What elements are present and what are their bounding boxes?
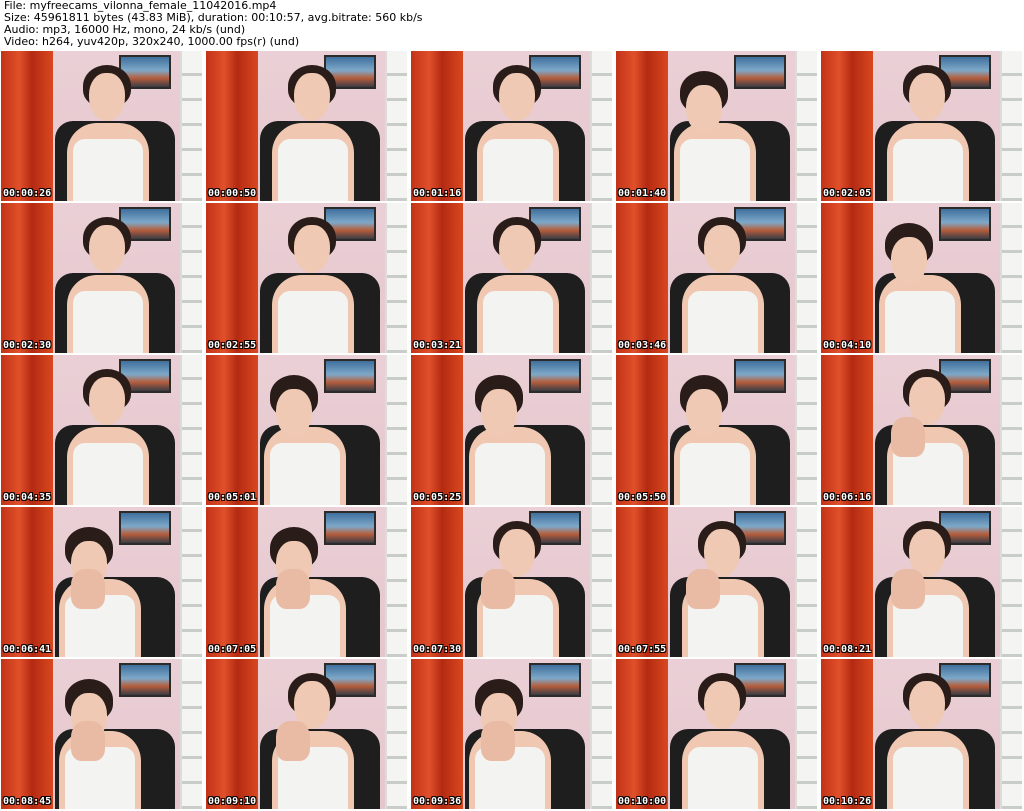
frame-timestamp: 00:00:50 (208, 188, 257, 199)
thumbnail-frame: 00:05:25 (411, 355, 612, 505)
thumbnail-frame: 00:00:50 (206, 51, 407, 201)
frame-timestamp: 00:05:50 (618, 492, 667, 503)
frame-timestamp: 00:05:25 (413, 492, 462, 503)
thumbnail-grid: 00:00:26 00:00:50 00:01:16 00:01:40 00:0… (1, 51, 1023, 811)
thumbnail-frame: 00:08:45 (1, 659, 202, 809)
frame-timestamp: 00:06:16 (823, 492, 872, 503)
frame-timestamp: 00:02:55 (208, 340, 257, 351)
thumbnail-frame: 00:01:40 (616, 51, 817, 201)
thumbnail-frame: 00:07:05 (206, 507, 407, 657)
thumbnail-frame: 00:09:10 (206, 659, 407, 809)
thumbnail-frame: 00:03:21 (411, 203, 612, 353)
frame-timestamp: 00:10:00 (618, 796, 667, 807)
thumbnail-frame: 00:08:21 (821, 507, 1022, 657)
frame-timestamp: 00:08:45 (3, 796, 52, 807)
frame-timestamp: 00:05:01 (208, 492, 257, 503)
thumbnail-frame: 00:09:36 (411, 659, 612, 809)
frame-timestamp: 00:09:36 (413, 796, 462, 807)
thumbnail-frame: 00:03:46 (616, 203, 817, 353)
thumbnail-frame: 00:05:50 (616, 355, 817, 505)
thumbnail-frame: 00:04:35 (1, 355, 202, 505)
frame-timestamp: 00:04:10 (823, 340, 872, 351)
frame-timestamp: 00:09:10 (208, 796, 257, 807)
thumbnail-frame: 00:10:26 (821, 659, 1022, 809)
thumbnail-frame: 00:02:30 (1, 203, 202, 353)
thumbnail-frame: 00:04:10 (821, 203, 1022, 353)
frame-timestamp: 00:07:05 (208, 644, 257, 655)
frame-timestamp: 00:02:05 (823, 188, 872, 199)
frame-timestamp: 00:08:21 (823, 644, 872, 655)
thumbnail-frame: 00:10:00 (616, 659, 817, 809)
thumbnail-frame: 00:06:41 (1, 507, 202, 657)
thumbnail-frame: 00:07:55 (616, 507, 817, 657)
frame-timestamp: 00:06:41 (3, 644, 52, 655)
frame-timestamp: 00:07:55 (618, 644, 667, 655)
thumbnail-frame: 00:02:55 (206, 203, 407, 353)
file-info-header: File: myfreecams_vilonna_female_11042016… (4, 0, 1020, 50)
frame-timestamp: 00:02:30 (3, 340, 52, 351)
frame-timestamp: 00:03:21 (413, 340, 462, 351)
frame-timestamp: 00:00:26 (3, 188, 52, 199)
thumbnail-frame: 00:05:01 (206, 355, 407, 505)
thumbnail-frame: 00:06:16 (821, 355, 1022, 505)
frame-timestamp: 00:03:46 (618, 340, 667, 351)
frame-timestamp: 00:10:26 (823, 796, 872, 807)
frame-timestamp: 00:04:35 (3, 492, 52, 503)
thumbnail-frame: 00:01:16 (411, 51, 612, 201)
thumbnail-frame: 00:02:05 (821, 51, 1022, 201)
thumbnail-frame: 00:07:30 (411, 507, 612, 657)
frame-timestamp: 00:07:30 (413, 644, 462, 655)
thumbnail-frame: 00:00:26 (1, 51, 202, 201)
frame-timestamp: 00:01:40 (618, 188, 667, 199)
video-info-line: Video: h264, yuv420p, 320x240, 1000.00 f… (4, 35, 300, 48)
frame-timestamp: 00:01:16 (413, 188, 462, 199)
